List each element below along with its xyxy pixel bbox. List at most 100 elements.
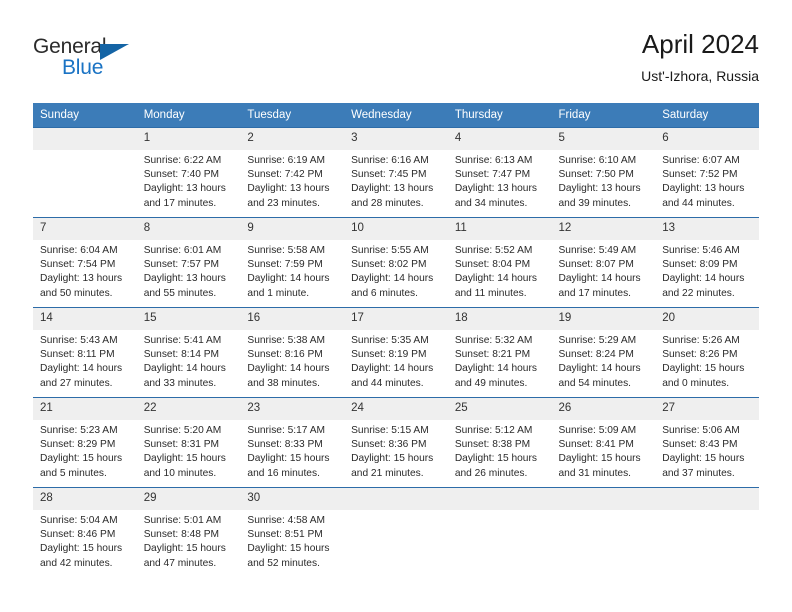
sunrise-text: Sunrise: 5:41 AM (143, 335, 222, 346)
logo-text-general: General (33, 35, 107, 58)
daylight-text-line1: Daylight: 13 hours (247, 183, 330, 195)
day-details: Sunrise: 6:04 AM Sunset: 7:54 PM Daylight:… (33, 240, 137, 301)
day-details: Sunrise: 6:16 AM Sunset: 7:45 PM Daylight:… (344, 150, 448, 211)
calendar-day-cell[interactable]: 20 Sunrise: 5:26 AM Sunset: 8:26 PM Dayligh… (655, 307, 759, 398)
daylight-text-line2: and 23 minutes. (247, 197, 320, 209)
calendar-day-cell-empty (551, 487, 656, 578)
sunrise-text: Sunrise: 6:04 AM (40, 245, 118, 256)
daylight-text-line1: Daylight: 13 hours (40, 273, 123, 285)
weekday-header-saturday: Saturday (655, 103, 759, 128)
day-number: 6 (655, 128, 759, 150)
sunset-text: Sunset: 8:41 PM (558, 439, 634, 451)
daylight-text-line1: Daylight: 15 hours (40, 453, 123, 465)
calendar-day-cell[interactable]: 8 Sunrise: 6:01 AM Sunset: 7:57 PM Daylight… (136, 217, 241, 308)
daylight-text-line1: Daylight: 14 hours (662, 273, 745, 285)
day-details: Sunrise: 5:15 AM Sunset: 8:36 PM Daylight:… (344, 420, 448, 481)
calendar-day-cell[interactable]: 5 Sunrise: 6:10 AM Sunset: 7:50 PM Daylight… (551, 127, 656, 218)
sunset-text: Sunset: 7:47 PM (454, 169, 531, 181)
day-number: 28 (33, 488, 137, 510)
calendar-header-row: Sunday Monday Tuesday Wednesday Thursday… (33, 103, 759, 128)
day-details: Sunrise: 5:43 AM Sunset: 8:11 PM Daylight:… (33, 330, 137, 391)
sunset-text: Sunset: 7:42 PM (247, 169, 323, 181)
day-details: Sunrise: 5:55 AM Sunset: 8:02 PM Daylight:… (344, 240, 448, 301)
daylight-text-line1: Daylight: 15 hours (662, 453, 745, 465)
day-number (655, 488, 759, 510)
sunset-text: Sunset: 8:33 PM (247, 439, 323, 451)
sunrise-text: Sunrise: 5:17 AM (247, 425, 325, 436)
sunrise-text: Sunrise: 6:16 AM (351, 155, 429, 166)
calendar-day-cell[interactable]: 30 Sunrise: 4:58 AM Sunset: 8:51 PM Dayligh… (240, 487, 345, 578)
day-number: 15 (136, 308, 241, 330)
day-details: Sunrise: 5:20 AM Sunset: 8:31 PM Daylight:… (137, 420, 241, 481)
sunrise-text: Sunrise: 5:49 AM (558, 245, 637, 256)
daylight-text-line1: Daylight: 14 hours (454, 273, 537, 285)
calendar-day-cell[interactable]: 23 Sunrise: 5:17 AM Sunset: 8:33 PM Dayligh… (240, 397, 345, 488)
calendar-day-cell[interactable]: 2 Sunrise: 6:19 AM Sunset: 7:42 PM Daylight… (240, 127, 345, 218)
calendar-day-cell[interactable]: 15 Sunrise: 5:41 AM Sunset: 8:14 PM Dayligh… (136, 307, 241, 398)
calendar-day-cell[interactable]: 11 Sunrise: 5:52 AM Sunset: 8:04 PM Dayligh… (447, 217, 552, 308)
daylight-text-line2: and 17 minutes. (558, 287, 632, 299)
calendar-day-cell[interactable]: 29 Sunrise: 5:01 AM Sunset: 8:48 PM Dayligh… (136, 487, 241, 578)
daylight-text-line1: Daylight: 14 hours (558, 363, 641, 375)
daylight-text-line2: and 54 minutes. (558, 377, 632, 389)
calendar-day-cell[interactable]: 13 Sunrise: 5:46 AM Sunset: 8:09 PM Dayligh… (655, 217, 759, 308)
calendar-day-cell[interactable]: 22 Sunrise: 5:20 AM Sunset: 8:31 PM Dayligh… (136, 397, 241, 488)
sunrise-text: Sunrise: 5:29 AM (558, 335, 637, 346)
sunrise-text: Sunrise: 5:35 AM (351, 335, 429, 346)
calendar-day-cell[interactable]: 10 Sunrise: 5:55 AM Sunset: 8:02 PM Dayligh… (344, 217, 448, 308)
day-number: 30 (240, 488, 345, 510)
calendar-day-cell[interactable]: 21 Sunrise: 5:23 AM Sunset: 8:29 PM Dayligh… (33, 397, 137, 488)
daylight-text-line2: and 39 minutes. (558, 197, 632, 209)
sunset-text: Sunset: 8:48 PM (143, 529, 220, 541)
daylight-text-line1: Daylight: 14 hours (247, 363, 330, 375)
day-number: 8 (136, 218, 241, 240)
calendar-day-cell[interactable]: 17 Sunrise: 5:35 AM Sunset: 8:19 PM Dayligh… (344, 307, 448, 398)
daylight-text-line2: and 31 minutes. (558, 467, 632, 479)
day-details: Sunrise: 5:58 AM Sunset: 7:59 PM Daylight:… (240, 240, 344, 301)
daylight-text-line2: and 10 minutes. (143, 467, 217, 479)
day-number: 4 (447, 128, 552, 150)
calendar-day-cell-empty (655, 487, 759, 578)
calendar-day-cell[interactable]: 6 Sunrise: 6:07 AM Sunset: 7:52 PM Daylight… (655, 127, 759, 218)
calendar-day-cell[interactable]: 19 Sunrise: 5:29 AM Sunset: 8:24 PM Dayligh… (551, 307, 656, 398)
calendar-day-cell[interactable]: 27 Sunrise: 5:06 AM Sunset: 8:43 PM Dayligh… (655, 397, 759, 488)
daylight-text-line1: Daylight: 14 hours (454, 363, 537, 375)
calendar-day-cell[interactable]: 4 Sunrise: 6:13 AM Sunset: 7:47 PM Daylight… (447, 127, 552, 218)
daylight-text-line2: and 33 minutes. (143, 377, 217, 389)
day-number: 23 (240, 398, 345, 420)
weekday-header-monday: Monday (136, 103, 241, 128)
day-number: 17 (344, 308, 448, 330)
daylight-text-line1: Daylight: 13 hours (143, 273, 226, 285)
sunset-text: Sunset: 8:04 PM (454, 259, 531, 271)
calendar-day-cell[interactable]: 9 Sunrise: 5:58 AM Sunset: 7:59 PM Daylight… (240, 217, 345, 308)
daylight-text-line1: Daylight: 14 hours (558, 273, 641, 285)
calendar-day-cell[interactable]: 14 Sunrise: 5:43 AM Sunset: 8:11 PM Dayligh… (33, 307, 137, 398)
calendar-day-cell[interactable]: 24 Sunrise: 5:15 AM Sunset: 8:36 PM Dayligh… (344, 397, 448, 488)
weekday-header-wednesday: Wednesday (344, 103, 448, 128)
calendar-day-cell[interactable]: 18 Sunrise: 5:32 AM Sunset: 8:21 PM Dayligh… (447, 307, 552, 398)
sunrise-text: Sunrise: 6:19 AM (247, 155, 325, 166)
sunrise-text: Sunrise: 5:15 AM (351, 425, 429, 436)
sunrise-text: Sunrise: 5:06 AM (662, 425, 740, 436)
calendar-day-cell[interactable]: 7 Sunrise: 6:04 AM Sunset: 7:54 PM Daylight… (33, 217, 137, 308)
sunrise-text: Sunrise: 5:55 AM (351, 245, 429, 256)
calendar-body: 1 Sunrise: 6:22 AM Sunset: 7:40 PM Daylight… (33, 127, 759, 578)
page-header: General Blue April 2024 Ust'-Izhora, Rus… (33, 28, 759, 100)
calendar-day-cell[interactable]: 28 Sunrise: 5:04 AM Sunset: 8:46 PM Dayligh… (33, 487, 137, 578)
title-block: April 2024 Ust'-Izhora, Russia (641, 28, 759, 86)
day-details: Sunrise: 5:06 AM Sunset: 8:43 PM Daylight:… (655, 420, 759, 481)
calendar-day-cell[interactable]: 1 Sunrise: 6:22 AM Sunset: 7:40 PM Daylight… (136, 127, 241, 218)
calendar-day-cell[interactable]: 12 Sunrise: 5:49 AM Sunset: 8:07 PM Dayligh… (551, 217, 656, 308)
calendar-day-cell[interactable]: 25 Sunrise: 5:12 AM Sunset: 8:38 PM Dayligh… (447, 397, 552, 488)
daylight-text-line1: Daylight: 14 hours (247, 273, 330, 285)
calendar-day-cell[interactable]: 3 Sunrise: 6:16 AM Sunset: 7:45 PM Daylight… (344, 127, 448, 218)
day-details: Sunrise: 6:01 AM Sunset: 7:57 PM Daylight:… (137, 240, 241, 301)
daylight-text-line2: and 28 minutes. (351, 197, 424, 209)
calendar-day-cell[interactable]: 26 Sunrise: 5:09 AM Sunset: 8:41 PM Dayligh… (551, 397, 656, 488)
day-number: 21 (33, 398, 137, 420)
daylight-text-line2: and 1 minute. (247, 287, 310, 299)
weekday-header-thursday: Thursday (447, 103, 552, 128)
calendar-day-cell[interactable]: 16 Sunrise: 5:38 AM Sunset: 8:16 PM Dayligh… (240, 307, 345, 398)
daylight-text-line1: Daylight: 13 hours (662, 183, 745, 195)
day-details: Sunrise: 5:17 AM Sunset: 8:33 PM Daylight:… (240, 420, 344, 481)
